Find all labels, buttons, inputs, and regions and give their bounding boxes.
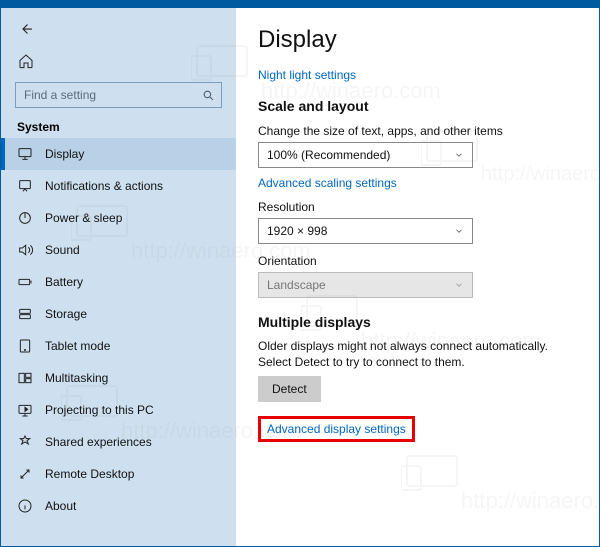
multiple-displays-desc: Older displays might not always connect …	[258, 338, 577, 370]
sidebar-list: Display Notifications & actions Power & …	[1, 138, 236, 546]
sidebar-item-storage[interactable]: Storage	[1, 298, 236, 330]
sidebar-item-label: Battery	[45, 275, 83, 289]
storage-icon	[17, 306, 33, 322]
sidebar-item-remote[interactable]: Remote Desktop	[1, 458, 236, 490]
sidebar-item-sound[interactable]: Sound	[1, 234, 236, 266]
home-icon	[18, 53, 34, 69]
sidebar-item-label: Multitasking	[45, 371, 108, 385]
sidebar-item-label: Storage	[45, 307, 87, 321]
chevron-down-icon	[454, 226, 464, 236]
sidebar-item-battery[interactable]: Battery	[1, 266, 236, 298]
display-icon	[17, 146, 33, 162]
sidebar-item-power[interactable]: Power & sleep	[1, 202, 236, 234]
page-title: Display	[258, 26, 577, 54]
multitasking-icon	[17, 370, 33, 386]
advanced-display-link[interactable]: Advanced display settings	[267, 422, 406, 436]
search-input[interactable]	[22, 87, 192, 103]
scale-value: 100% (Recommended)	[267, 148, 390, 162]
sidebar-item-label: Remote Desktop	[45, 467, 134, 481]
scale-heading: Scale and layout	[258, 98, 577, 114]
search-icon	[202, 89, 215, 102]
sidebar-item-label: Shared experiences	[45, 435, 152, 449]
shared-icon	[17, 434, 33, 450]
settings-window: http://winaero.com http://winaero.com ht…	[0, 0, 600, 547]
detect-button[interactable]: Detect	[258, 376, 321, 402]
sidebar-item-label: Display	[45, 147, 84, 161]
chevron-down-icon	[454, 150, 464, 160]
resolution-value: 1920 × 998	[267, 224, 327, 238]
main-panel: Display Night light settings Scale and l…	[236, 8, 599, 546]
projecting-icon	[17, 402, 33, 418]
multiple-displays-heading: Multiple displays	[258, 314, 577, 330]
sidebar-item-label: About	[45, 499, 76, 513]
back-arrow-icon	[17, 20, 35, 38]
sidebar-heading: System	[1, 114, 236, 138]
sidebar-item-notifications[interactable]: Notifications & actions	[1, 170, 236, 202]
sidebar-item-multitasking[interactable]: Multitasking	[1, 362, 236, 394]
advanced-scaling-link[interactable]: Advanced scaling settings	[258, 176, 577, 190]
advanced-display-highlight: Advanced display settings	[258, 416, 415, 442]
sidebar-item-label: Power & sleep	[45, 211, 122, 225]
chevron-down-icon	[454, 280, 464, 290]
sound-icon	[17, 242, 33, 258]
sidebar-item-about[interactable]: About	[1, 490, 236, 522]
sidebar: System Display Notifications & actions P…	[1, 8, 236, 546]
sidebar-item-label: Notifications & actions	[45, 179, 163, 193]
back-button[interactable]	[15, 18, 37, 40]
orientation-combo: Landscape	[258, 272, 473, 298]
resolution-combo[interactable]: 1920 × 998	[258, 218, 473, 244]
search-input-wrapper[interactable]	[15, 82, 222, 108]
sidebar-item-label: Tablet mode	[45, 339, 110, 353]
scale-combo[interactable]: 100% (Recommended)	[258, 142, 473, 168]
sidebar-item-projecting[interactable]: Projecting to this PC	[1, 394, 236, 426]
remote-icon	[17, 466, 33, 482]
tablet-icon	[17, 338, 33, 354]
about-icon	[17, 498, 33, 514]
orientation-label: Orientation	[258, 254, 577, 268]
sidebar-item-shared[interactable]: Shared experiences	[1, 426, 236, 458]
sidebar-item-label: Projecting to this PC	[45, 403, 154, 417]
orientation-value: Landscape	[267, 278, 326, 292]
sidebar-item-tablet[interactable]: Tablet mode	[1, 330, 236, 362]
sidebar-item-display[interactable]: Display	[1, 138, 236, 170]
night-light-link[interactable]: Night light settings	[258, 68, 577, 82]
sidebar-item-label: Sound	[45, 243, 80, 257]
battery-icon	[17, 274, 33, 290]
scale-label: Change the size of text, apps, and other…	[258, 124, 577, 138]
home-button[interactable]	[15, 50, 37, 72]
power-icon	[17, 210, 33, 226]
notifications-icon	[17, 178, 33, 194]
resolution-label: Resolution	[258, 200, 577, 214]
